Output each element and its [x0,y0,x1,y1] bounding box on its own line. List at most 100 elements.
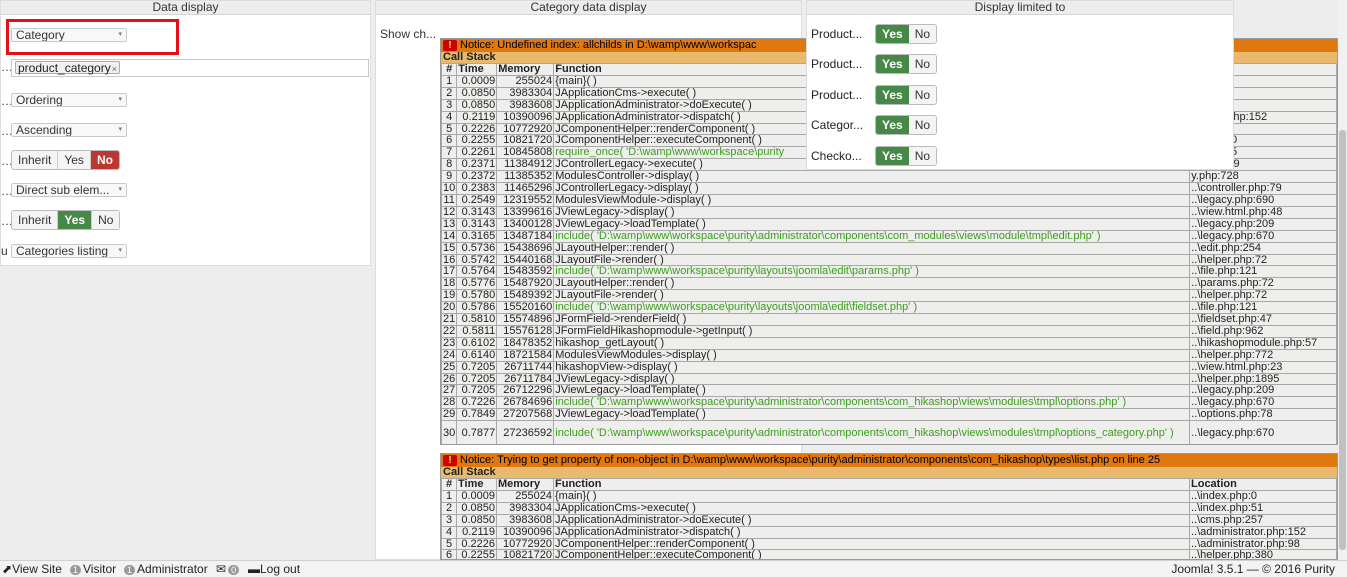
stack-row-time: 0.2383 [456,182,498,195]
yes-button[interactable]: Yes [876,147,909,165]
ordering-select[interactable]: Ordering ▾ [11,93,127,107]
stack-row-memory: 10390096 [496,110,555,124]
stack-row-function: JViewLegacy->display( ) [553,372,1191,386]
data-display-panel: Data display Category ▾ … product_catego… [0,0,371,266]
scrollbar-thumb[interactable] [1339,130,1346,550]
direction-select[interactable]: Ascending ▾ [11,123,127,137]
stack-row-time: 0.0850 [456,86,498,100]
stack-row-number: 18 [441,277,458,291]
stack-row-memory: 27207568 [496,408,555,422]
chevron-down-icon: ▾ [118,31,122,38]
stack-row-location: ..\legacy.php:670 [1189,229,1337,243]
yes-button[interactable]: Yes [58,211,93,229]
stack-row-time: 0.0850 [456,98,498,112]
yes-button[interactable]: Yes [876,116,909,134]
stack-row-time: 0.5764 [456,265,498,279]
stack-row-memory: 15440168 [496,253,555,267]
stack-row: 29 0.7849 27207568 JViewLegacy->loadTemplat… [441,408,1337,422]
stack-row-time: 0.5742 [456,253,498,267]
no-button[interactable]: No [908,25,937,43]
stack-row-number: 13 [441,217,458,231]
stack-row: 5 0.2226 10772920 JComponentHelper::renderC… [441,537,1337,551]
stack-row-number: 1 [441,74,458,88]
stack-row-memory: 26711784 [496,372,555,386]
stack-row-number: 4 [441,110,458,124]
inherit-toggle-1: Inherit Yes No [11,150,120,170]
stack-row: 21 0.5810 15574896 JFormField->renderField(… [441,313,1337,326]
sub-elements-select[interactable]: Direct sub elem... ▾ [11,183,127,197]
stack-row-function: JComponentHelper::renderComponent( ) [553,537,1190,551]
page-scrollbar[interactable] [1338,0,1347,560]
tag-input[interactable]: product_category× [11,59,369,77]
stack-row-time: 0.2261 [456,146,498,160]
stack-row-number: 6 [441,134,458,148]
stack-row: 9 0.2372 11385352 ModulesController->displa… [441,170,1337,184]
inherit-button[interactable]: Inherit [12,151,59,169]
category-select[interactable]: Category ▾ [11,28,127,42]
minus-icon: ▬ [248,562,260,576]
yes-button[interactable]: Yes [876,86,909,104]
stack-row-time: 0.5786 [456,301,498,315]
stack-row: 26 0.7205 26711784 JViewLegacy->display( ).… [441,372,1337,386]
stack-row-time: 0.3143 [456,217,498,231]
stack-row: 20 0.5786 15520160 include( 'D:\wamp\www\wo… [441,301,1337,315]
stack-row-time: 0.2255 [456,549,497,559]
messages-indicator[interactable]: ✉ 0 [216,561,241,577]
stack-row-memory: 10845808 [496,146,555,160]
stack-row-function: JFormFieldHikashopmodule->getInput( ) [553,324,1191,338]
stack-row-location: ..\helper.php:772 [1189,348,1337,362]
no-button[interactable]: No [908,86,937,104]
stack-row-number: 21 [441,313,458,326]
stack-row-time: 0.2372 [456,170,498,184]
stack-row-time: 0.7877 [456,420,498,444]
col-header: # [441,478,457,491]
stack-row-function: JLayoutHelper::render( ) [553,277,1191,291]
stack-row: 25 0.7205 26711744 hikashopView->display( )… [441,360,1337,374]
inherit-button[interactable]: Inherit [12,211,59,229]
stack-row: 27 0.7205 26712296 JViewLegacy->loadTemplat… [441,384,1337,398]
stack-row-function: ModulesViewModule->display( ) [553,193,1191,207]
row-label-ellipsis: … [1,124,13,138]
yes-button[interactable]: Yes [876,25,909,43]
row-label-ellipsis: … [1,184,13,198]
stack-row-memory: 255024 [496,74,555,88]
no-button[interactable]: No [908,55,937,73]
stack-row-time: 0.2119 [456,110,498,124]
yes-button[interactable]: Yes [876,55,909,73]
stack-row-function: JApplicationAdministrator->doExecute( ) [553,513,1190,527]
stack-row: 28 0.7226 26784696 include( 'D:\wamp\www\wo… [441,396,1337,410]
row-label-ellipsis: … [1,214,13,228]
stack-row-memory: 27236592 [496,420,555,444]
no-button[interactable]: No [908,147,937,165]
stack-row: 18 0.5776 15487920 JLayoutHelper::render( )… [441,277,1337,291]
no-button[interactable]: No [90,151,119,169]
call-stack-label: Call Stack [441,467,1337,478]
stack-row-location: ..\index.php:51 [1189,501,1337,515]
stack-row-location: ..\helper.php:380 [1189,549,1337,559]
stack-row-memory: 26784696 [496,396,555,410]
remove-tag-icon[interactable]: × [112,64,117,74]
stack-row-number: 28 [441,396,458,410]
call-stack-table: # Time Memory Function Location 1 0.0009 2… [441,478,1337,559]
yes-button[interactable]: Yes [58,151,91,169]
stack-row-time: 0.0850 [456,501,497,515]
no-button[interactable]: No [92,211,120,229]
stack-row-memory: 15520160 [496,301,555,315]
no-button[interactable]: No [908,116,937,134]
stack-row-location: ..\helper.php:72 [1189,289,1337,303]
stack-row-time: 0.3165 [456,229,498,243]
view-site-link[interactable]: ⬈View Site [2,561,62,577]
chevron-down-icon: ▾ [118,186,122,193]
stack-row-number: 6 [441,549,457,559]
layout-select[interactable]: Categories listing ▾ [11,244,127,258]
col-header: Memory [496,478,554,491]
stack-row-function: {main}( ) [553,489,1190,503]
logout-link[interactable]: ▬Log out [248,561,300,577]
stack-row-number: 5 [441,122,458,136]
stack-row-location: ..\file.php:121 [1189,265,1337,279]
stack-row-memory: 15576128 [496,324,555,338]
display-limited-panel: Display limited to [806,0,1234,170]
row-label-ellipsis: … [1,154,13,168]
visitor-count-badge: 1 [70,565,82,575]
stack-row-number: 9 [441,170,458,184]
